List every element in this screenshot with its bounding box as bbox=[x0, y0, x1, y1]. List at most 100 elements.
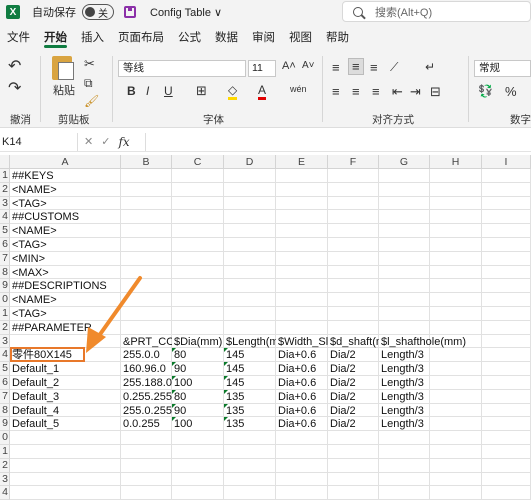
cell-g16[interactable]: Length/3 bbox=[381, 376, 430, 390]
row-header-17[interactable]: 7 bbox=[0, 389, 10, 404]
cell-a5[interactable]: <NAME> bbox=[12, 224, 121, 238]
align-middle-icon[interactable]: ≡ bbox=[348, 58, 364, 75]
decrease-font-icon[interactable]: A˅ bbox=[302, 60, 315, 71]
cell-b19[interactable]: 0.0.255 bbox=[123, 417, 172, 431]
column-header-b[interactable]: B bbox=[121, 155, 172, 169]
cell-g15[interactable]: Length/3 bbox=[381, 362, 430, 376]
cut-icon[interactable]: ✂ bbox=[84, 56, 95, 72]
cell-c14[interactable]: 80 bbox=[174, 348, 224, 362]
enter-icon[interactable]: ✓ bbox=[101, 135, 110, 148]
tab-formulas[interactable]: 公式 bbox=[171, 24, 208, 50]
increase-font-icon[interactable]: A˄ bbox=[282, 60, 296, 72]
column-header-d[interactable]: D bbox=[224, 155, 276, 169]
name-box[interactable]: K14 bbox=[0, 132, 78, 151]
copy-icon[interactable]: ⧉ bbox=[84, 76, 93, 91]
align-center-icon[interactable]: ≡ bbox=[352, 84, 360, 99]
tab-home[interactable]: 开始 bbox=[37, 24, 74, 50]
decrease-indent-icon[interactable]: ⇤ bbox=[392, 84, 403, 100]
row-header-21[interactable]: 1 bbox=[0, 445, 10, 459]
cell-b14[interactable]: 255.0.0 bbox=[123, 348, 172, 362]
undo-icon[interactable]: ↶ bbox=[8, 56, 21, 76]
cell-b15[interactable]: 160.96.0 bbox=[123, 362, 172, 376]
cell-f19[interactable]: Dia/2 bbox=[330, 417, 379, 431]
cell-a15[interactable]: Default_1 bbox=[12, 362, 121, 376]
row-header-18[interactable]: 8 bbox=[0, 403, 10, 418]
cell-b16[interactable]: 255.188.0 bbox=[123, 376, 172, 390]
formula-input[interactable] bbox=[145, 133, 531, 151]
save-icon[interactable] bbox=[124, 6, 136, 18]
cell-d17[interactable]: 135 bbox=[226, 390, 276, 404]
cell-f16[interactable]: Dia/2 bbox=[330, 376, 379, 390]
cell-c16[interactable]: 100 bbox=[174, 376, 224, 390]
cell-e19[interactable]: Dia+0.6 bbox=[278, 417, 328, 431]
cell-e14[interactable]: Dia+0.6 bbox=[278, 348, 328, 362]
tab-file[interactable]: 文件 bbox=[0, 24, 37, 50]
cell-a6[interactable]: <TAG> bbox=[12, 238, 121, 252]
cell-a18[interactable]: Default_4 bbox=[12, 404, 121, 418]
row-header-22[interactable]: 2 bbox=[0, 458, 10, 473]
column-header-a[interactable]: A bbox=[10, 155, 121, 169]
phonetic-icon[interactable]: wén bbox=[290, 84, 307, 94]
cell-f17[interactable]: Dia/2 bbox=[330, 390, 379, 404]
tab-help[interactable]: 帮助 bbox=[319, 24, 356, 50]
row-header-9[interactable]: 9 bbox=[0, 279, 10, 294]
paste-icon[interactable] bbox=[52, 56, 74, 80]
cell-a9[interactable]: ##DESCRIPTIONS bbox=[12, 279, 121, 293]
cell-e18[interactable]: Dia+0.6 bbox=[278, 404, 328, 418]
cell-b18[interactable]: 255.0.255 bbox=[123, 404, 172, 418]
font-size-select[interactable]: 11 bbox=[248, 60, 276, 77]
tab-view[interactable]: 视图 bbox=[282, 24, 319, 50]
align-top-icon[interactable]: ≡ bbox=[332, 60, 340, 75]
align-left-icon[interactable]: ≡ bbox=[332, 84, 340, 99]
column-header-c[interactable]: C bbox=[172, 155, 224, 169]
currency-icon[interactable]: 💱 bbox=[478, 84, 493, 98]
tab-data[interactable]: 数据 bbox=[208, 24, 245, 50]
percent-icon[interactable]: % bbox=[505, 84, 517, 99]
cell-e17[interactable]: Dia+0.6 bbox=[278, 390, 328, 404]
row-header-10[interactable]: 0 bbox=[0, 293, 10, 307]
row-header-3[interactable]: 3 bbox=[0, 196, 10, 211]
wrap-text-icon[interactable]: ↵ bbox=[425, 60, 435, 74]
row-header-16[interactable]: 6 bbox=[0, 376, 10, 390]
cell-f14[interactable]: Dia/2 bbox=[330, 348, 379, 362]
search-input[interactable]: 搜索(Alt+Q) bbox=[342, 1, 531, 22]
cell-c18[interactable]: 90 bbox=[174, 404, 224, 418]
row-header-19[interactable]: 9 bbox=[0, 417, 10, 432]
row-header-11[interactable]: 1 bbox=[0, 307, 10, 321]
borders-icon[interactable]: ⊞ bbox=[196, 83, 207, 99]
autosave-toggle[interactable]: 关 bbox=[82, 4, 114, 20]
cell-f13[interactable]: $d_shaft(m bbox=[330, 335, 379, 349]
row-header-7[interactable]: 7 bbox=[0, 251, 10, 266]
row-header-2[interactable]: 2 bbox=[0, 182, 10, 197]
row-header-5[interactable]: 5 bbox=[0, 224, 10, 238]
tab-review[interactable]: 审阅 bbox=[245, 24, 282, 50]
cell-a4[interactable]: ##CUSTOMS bbox=[12, 210, 121, 224]
cell-g17[interactable]: Length/3 bbox=[381, 390, 430, 404]
increase-indent-icon[interactable]: ⇥ bbox=[410, 84, 421, 100]
cell-a19[interactable]: Default_5 bbox=[12, 417, 121, 431]
tab-insert[interactable]: 插入 bbox=[74, 24, 111, 50]
font-color-icon[interactable]: A bbox=[258, 83, 267, 100]
column-header-g[interactable]: G bbox=[379, 155, 430, 169]
cell-g18[interactable]: Length/3 bbox=[381, 404, 430, 418]
orientation-icon[interactable]: ⟋ bbox=[390, 60, 398, 75]
cell-e15[interactable]: Dia+0.6 bbox=[278, 362, 328, 376]
row-header-14[interactable]: 4 bbox=[0, 348, 10, 363]
cell-f18[interactable]: Dia/2 bbox=[330, 404, 379, 418]
cell-c15[interactable]: 90 bbox=[174, 362, 224, 376]
cell-e16[interactable]: Dia+0.6 bbox=[278, 376, 328, 390]
cell-a11[interactable]: <TAG> bbox=[12, 307, 121, 321]
row-header-1[interactable]: 1 bbox=[0, 169, 10, 183]
cell-a8[interactable]: <MAX> bbox=[12, 266, 121, 280]
cell-a2[interactable]: <NAME> bbox=[12, 183, 121, 197]
cell-b13[interactable]: &PRT_COL bbox=[123, 335, 172, 349]
row-header-12[interactable]: 2 bbox=[0, 320, 10, 335]
insert-function-icon[interactable]: fx bbox=[118, 135, 129, 149]
paste-label[interactable]: 粘贴 bbox=[53, 82, 75, 98]
bold-button[interactable]: B bbox=[127, 84, 136, 98]
spreadsheet-grid[interactable]: ABCDEFGHI1234567890123456789012345##KEYS… bbox=[0, 155, 531, 500]
format-painter-icon[interactable]: 🖌 bbox=[84, 94, 99, 108]
align-bottom-icon[interactable]: ≡ bbox=[370, 60, 378, 75]
number-format-select[interactable]: 常规 bbox=[474, 60, 531, 77]
cell-f15[interactable]: Dia/2 bbox=[330, 362, 379, 376]
